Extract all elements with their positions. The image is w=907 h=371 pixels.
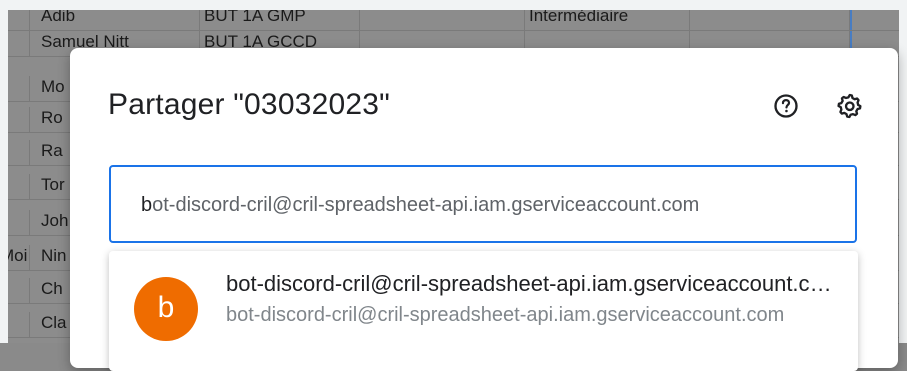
suggestion-name: bot-discord-cril@cril-spreadsheet-api.ia…: [226, 271, 836, 296]
suggestion-email: bot-discord-cril@cril-spreadsheet-api.ia…: [226, 304, 785, 326]
cell[interactable]: [8, 76, 30, 102]
cell[interactable]: Intermédiaire: [525, 10, 690, 31]
window-right-border: [899, 0, 907, 343]
settings-button[interactable]: [836, 92, 864, 120]
window-left-border: [0, 0, 8, 343]
cell[interactable]: [8, 210, 30, 236]
dialog-title: Partager "03032023": [108, 88, 390, 121]
table-row: Adib BUT 1A GMP Intermédiaire: [8, 10, 899, 31]
cell[interactable]: [8, 31, 30, 57]
share-dialog: Partager "03032023" bot-discord-cril@cri…: [70, 48, 898, 371]
gear-icon: [837, 93, 862, 119]
suggestion-item[interactable]: b bot-discord-cril@cril-spreadsheet-api.…: [109, 251, 858, 371]
avatar: b: [134, 277, 198, 341]
cell[interactable]: Adib: [37, 10, 200, 31]
autocomplete-text: ot-discord-cril@cril-spreadsheet-api.iam…: [152, 194, 700, 216]
cell[interactable]: [8, 140, 30, 166]
cell[interactable]: [8, 107, 30, 133]
share-email-input[interactable]: bot-discord-cril@cril-spreadsheet-api.ia…: [109, 165, 857, 243]
cell[interactable]: [690, 10, 850, 31]
help-button[interactable]: [772, 92, 800, 120]
window-top-border: [0, 0, 907, 10]
cell[interactable]: [8, 312, 30, 338]
cell[interactable]: [8, 174, 30, 200]
cell[interactable]: [8, 10, 30, 31]
cell[interactable]: BUT 1A GMP: [200, 10, 360, 31]
input-text: bot-discord-cril@cril-spreadsheet-api.ia…: [141, 194, 699, 217]
cell[interactable]: Moi: [8, 245, 30, 271]
help-circle-icon: [774, 94, 798, 118]
cell[interactable]: [8, 278, 30, 304]
typed-text: b: [141, 194, 153, 216]
cell[interactable]: [360, 10, 525, 31]
